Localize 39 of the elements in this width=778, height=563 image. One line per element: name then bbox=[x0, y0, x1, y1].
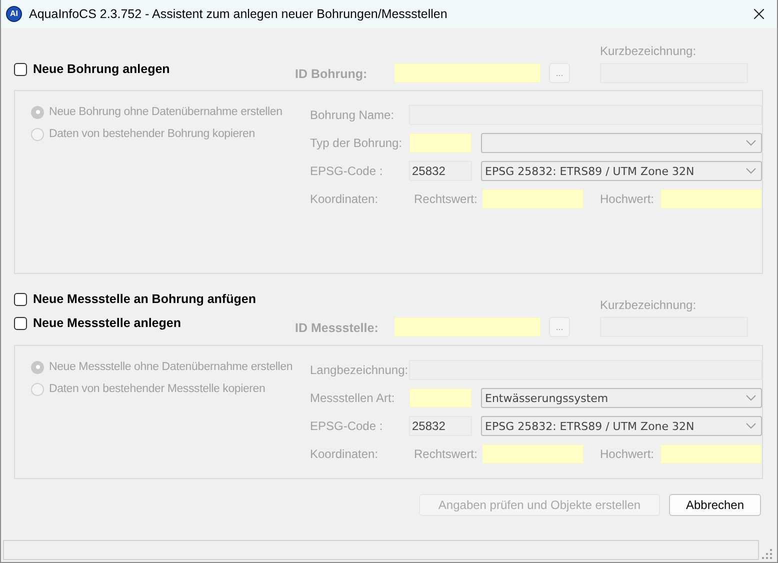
checkbox-label: Neue Messstelle an Bohrung anfügen bbox=[33, 292, 256, 306]
radio-label: Daten von bestehender Bohrung kopieren bbox=[49, 128, 255, 140]
id-field[interactable] bbox=[394, 63, 541, 83]
field-label: Koordinaten: bbox=[310, 192, 380, 206]
checkbox-label: Neue Messstelle anlegen bbox=[33, 316, 181, 330]
field-label: Hochwert: bbox=[600, 447, 656, 461]
field-label: Typ der Bohrung: bbox=[310, 136, 404, 150]
field-label: Kurzbezeichnung: bbox=[600, 44, 698, 58]
checkbox[interactable] bbox=[14, 292, 27, 306]
resize-grip-icon bbox=[762, 549, 772, 559]
id-label: ID Bohrung: bbox=[295, 66, 368, 83]
id-field[interactable] bbox=[394, 317, 541, 337]
checkbox[interactable] bbox=[14, 62, 27, 76]
field-label: Rechtswert: bbox=[413, 447, 478, 461]
field-label: Langbezeichnung: bbox=[310, 363, 409, 377]
chevron-down-icon bbox=[746, 168, 756, 174]
field-label: Bohrung Name: bbox=[310, 108, 396, 122]
code-field: 25832 bbox=[409, 161, 472, 181]
app-icon: AI bbox=[6, 6, 22, 22]
field-label: Rechtswert: bbox=[413, 192, 478, 206]
code-field: 25832 bbox=[409, 416, 472, 436]
field-label: Kurzbezeichnung: bbox=[600, 298, 698, 312]
chevron-down-icon bbox=[746, 423, 756, 429]
id-label: ID Messstelle: bbox=[295, 320, 380, 337]
dialog-button[interactable]: Abbrechen bbox=[669, 494, 761, 516]
checkbox-label: Neue Bohrung anlegen bbox=[33, 62, 170, 76]
radio-label: Daten von bestehender Messstelle kopieren bbox=[49, 383, 266, 395]
chevron-down-icon bbox=[746, 395, 756, 401]
close-icon bbox=[754, 9, 764, 19]
chevron-down-icon bbox=[746, 140, 756, 146]
radio-label: Neue Messstelle ohne Datenübernahme erstellen bbox=[49, 361, 293, 373]
field-label: Messstellen Art: bbox=[310, 391, 396, 405]
field-label: EPSG-Code : bbox=[310, 419, 384, 433]
field-label: Koordinaten: bbox=[310, 447, 380, 461]
field-label: Hochwert: bbox=[600, 192, 656, 206]
window-title: AquaInfoCS 2.3.752 - Assistent zum anlegen neuer Bohrungen/Messstellen bbox=[29, 7, 448, 21]
radio-label: Neue Bohrung ohne Datenübernahme erstellen bbox=[49, 106, 282, 118]
field-label: EPSG-Code : bbox=[310, 164, 384, 178]
checkbox[interactable] bbox=[14, 316, 27, 330]
